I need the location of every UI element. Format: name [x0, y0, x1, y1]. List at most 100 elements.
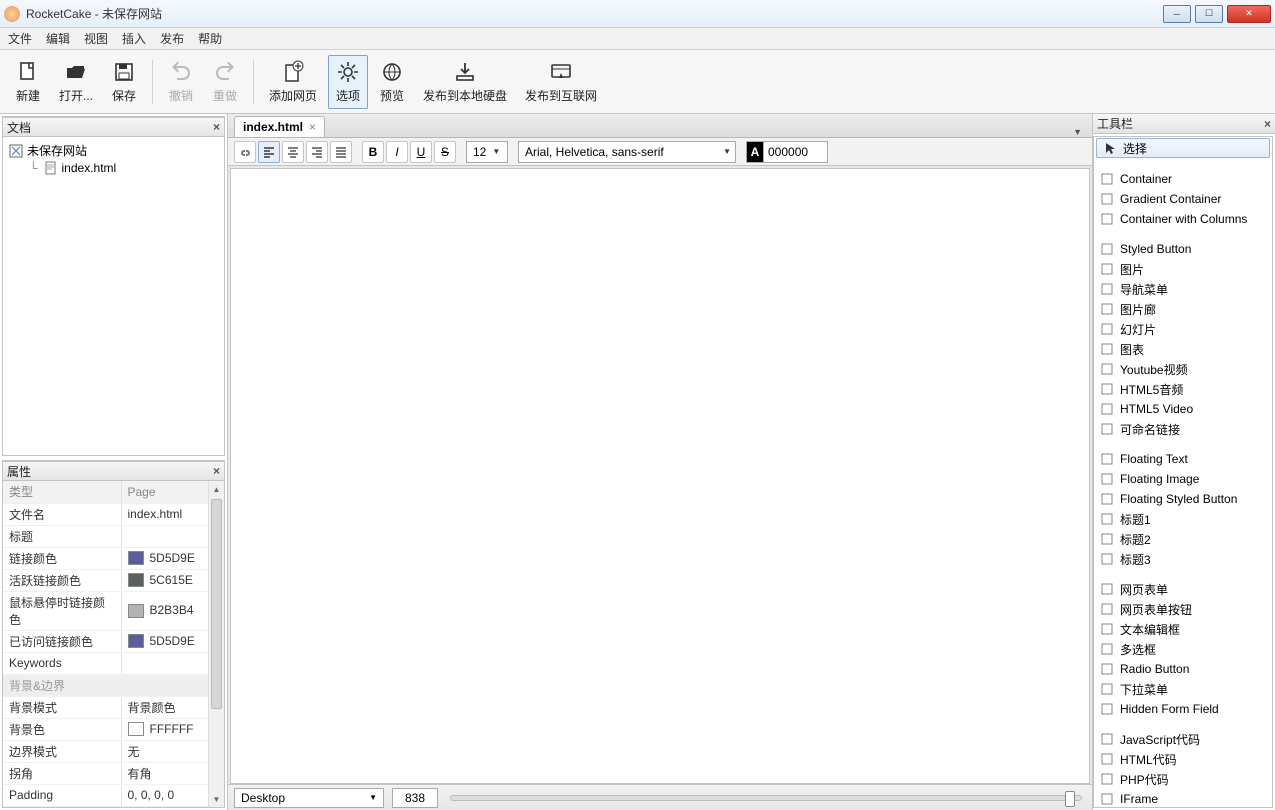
toolbar-save-button[interactable]: 保存: [104, 55, 144, 109]
bold-button[interactable]: B: [362, 141, 384, 163]
slider-thumb[interactable]: [1065, 791, 1075, 807]
toolbox-item[interactable]: HTML5音频: [1094, 379, 1272, 399]
toolbar-undo-button[interactable]: 撤销: [161, 55, 201, 109]
toolbar-new-button[interactable]: 新建: [8, 55, 48, 109]
toolbar-options-button[interactable]: 选项: [328, 55, 368, 109]
tab-index[interactable]: index.html ×: [234, 116, 325, 137]
toolbox-item-select[interactable]: 选择: [1096, 138, 1270, 158]
tab-label: index.html: [243, 120, 303, 134]
toolbox-item[interactable]: 网页表单: [1094, 579, 1272, 599]
toolbox-panel-close-icon[interactable]: ×: [1264, 117, 1271, 131]
toolbox-item-label: 网页表单: [1120, 581, 1168, 598]
toolbox-item[interactable]: 多选框: [1094, 639, 1272, 659]
scroll-up-icon[interactable]: ▲: [209, 481, 224, 497]
menu-file[interactable]: 文件: [8, 30, 32, 47]
prop-key: 活跃链接颜色: [3, 569, 121, 591]
toolbox-item[interactable]: Hidden Form Field: [1094, 699, 1272, 719]
prop-key: 已访问链接颜色: [3, 630, 121, 652]
width-slider[interactable]: [450, 795, 1082, 801]
toolbox-item[interactable]: PHP代码: [1094, 769, 1272, 789]
toolbox-item-label: 图表: [1120, 341, 1144, 358]
align-justify-button[interactable]: [330, 141, 352, 163]
toolbox-item[interactable]: HTML5 Video: [1094, 399, 1272, 419]
menu-view[interactable]: 视图: [84, 30, 108, 47]
menu-help[interactable]: 帮助: [198, 30, 222, 47]
prop-key: 鼠标悬停时链接颜色: [3, 591, 121, 630]
align-center-button[interactable]: [282, 141, 304, 163]
toolbox-item[interactable]: HTML代码: [1094, 749, 1272, 769]
toolbar-open-button[interactable]: 打开...: [52, 55, 100, 109]
toolbox-item[interactable]: 图片: [1094, 259, 1272, 279]
tab-close-icon[interactable]: ×: [309, 120, 316, 134]
toolbox-item[interactable]: 标题3: [1094, 549, 1272, 569]
menu-insert[interactable]: 插入: [122, 30, 146, 47]
document-tree[interactable]: 未保存网站 └ index.html: [3, 137, 224, 455]
toolbox-item[interactable]: Youtube视频: [1094, 359, 1272, 379]
toolbox-item[interactable]: 幻灯片: [1094, 319, 1272, 339]
toolbox-item[interactable]: 导航菜单: [1094, 279, 1272, 299]
align-left-button[interactable]: [258, 141, 280, 163]
italic-button[interactable]: I: [386, 141, 408, 163]
toolbox-item[interactable]: JavaScript代码: [1094, 729, 1272, 749]
link-button[interactable]: [234, 141, 256, 163]
toolbar-redo-button[interactable]: 重做: [205, 55, 245, 109]
scroll-thumb[interactable]: [211, 499, 222, 709]
toolbox-item[interactable]: Styled Button: [1094, 239, 1272, 259]
color-swatch[interactable]: [128, 722, 144, 736]
tool-icon: [1100, 242, 1114, 256]
color-picker[interactable]: A 000000: [746, 141, 828, 163]
properties-panel-close-icon[interactable]: ×: [213, 464, 220, 478]
toolbar-pubnet-button[interactable]: 发布到互联网: [518, 55, 604, 109]
color-swatch[interactable]: [128, 634, 144, 648]
color-swatch[interactable]: [128, 551, 144, 565]
toolbox-item-label: 网页表单按钮: [1120, 601, 1192, 618]
properties-grid[interactable]: 类型Page文件名index.html标题链接颜色5D5D9E活跃链接颜色5C6…: [3, 481, 224, 807]
toolbox-item[interactable]: 图表: [1094, 339, 1272, 359]
tree-root[interactable]: 未保存网站: [9, 141, 218, 160]
tool-icon: [1100, 192, 1114, 206]
toolbox-item[interactable]: Floating Image: [1094, 469, 1272, 489]
maximize-button[interactable]: ☐: [1195, 5, 1223, 23]
toolbox-item[interactable]: Radio Button: [1094, 659, 1272, 679]
properties-scrollbar[interactable]: ▲ ▼: [208, 481, 224, 807]
toolbar-addpage-button[interactable]: 添加网页: [262, 55, 324, 109]
scroll-down-icon[interactable]: ▼: [209, 791, 224, 807]
minimize-button[interactable]: ─: [1163, 5, 1191, 23]
toolbox-item[interactable]: Gradient Container: [1094, 189, 1272, 209]
color-swatch[interactable]: [128, 604, 144, 618]
color-hex-input[interactable]: 000000: [764, 141, 828, 163]
close-button[interactable]: ✕: [1227, 5, 1271, 23]
tab-dropdown-icon[interactable]: ▼: [1069, 127, 1086, 137]
menu-publish[interactable]: 发布: [160, 30, 184, 47]
toolbox-item[interactable]: Floating Styled Button: [1094, 489, 1272, 509]
font-size-select[interactable]: 12▼: [466, 141, 508, 163]
toolbox-item[interactable]: Floating Text: [1094, 449, 1272, 469]
design-canvas[interactable]: [230, 168, 1090, 784]
toolbox-item[interactable]: 下拉菜单: [1094, 679, 1272, 699]
color-swatch[interactable]: [128, 573, 144, 587]
toolbox-item[interactable]: 可命名链接: [1094, 419, 1272, 439]
toolbox-item-label: Styled Button: [1120, 242, 1191, 256]
documents-panel-close-icon[interactable]: ×: [213, 120, 220, 134]
align-right-button[interactable]: [306, 141, 328, 163]
canvas-width-value[interactable]: 838: [392, 788, 438, 808]
underline-button[interactable]: U: [410, 141, 432, 163]
tool-icon: [1100, 282, 1114, 296]
toolbox-item[interactable]: 标题1: [1094, 509, 1272, 529]
font-family-select[interactable]: Arial, Helvetica, sans-serif▼: [518, 141, 736, 163]
toolbox-item[interactable]: 标题2: [1094, 529, 1272, 549]
tree-page[interactable]: └ index.html: [29, 160, 218, 176]
menu-edit[interactable]: 编辑: [46, 30, 70, 47]
toolbox-item[interactable]: IFrame: [1094, 789, 1272, 808]
strike-button[interactable]: S: [434, 141, 456, 163]
toolbox-item[interactable]: 图片廊: [1094, 299, 1272, 319]
toolbox-item[interactable]: Container with Columns: [1094, 209, 1272, 229]
device-select[interactable]: Desktop▼: [234, 788, 384, 808]
toolbox-item[interactable]: 网页表单按钮: [1094, 599, 1272, 619]
toolbox-item[interactable]: 文本编辑框: [1094, 619, 1272, 639]
toolbar-preview-button[interactable]: 预览: [372, 55, 412, 109]
toolbar-publocal-button[interactable]: 发布到本地硬盘: [416, 55, 514, 109]
tree-page-label: index.html: [62, 161, 117, 175]
toolbox-item[interactable]: Container: [1094, 169, 1272, 189]
tool-icon: [1100, 702, 1114, 716]
